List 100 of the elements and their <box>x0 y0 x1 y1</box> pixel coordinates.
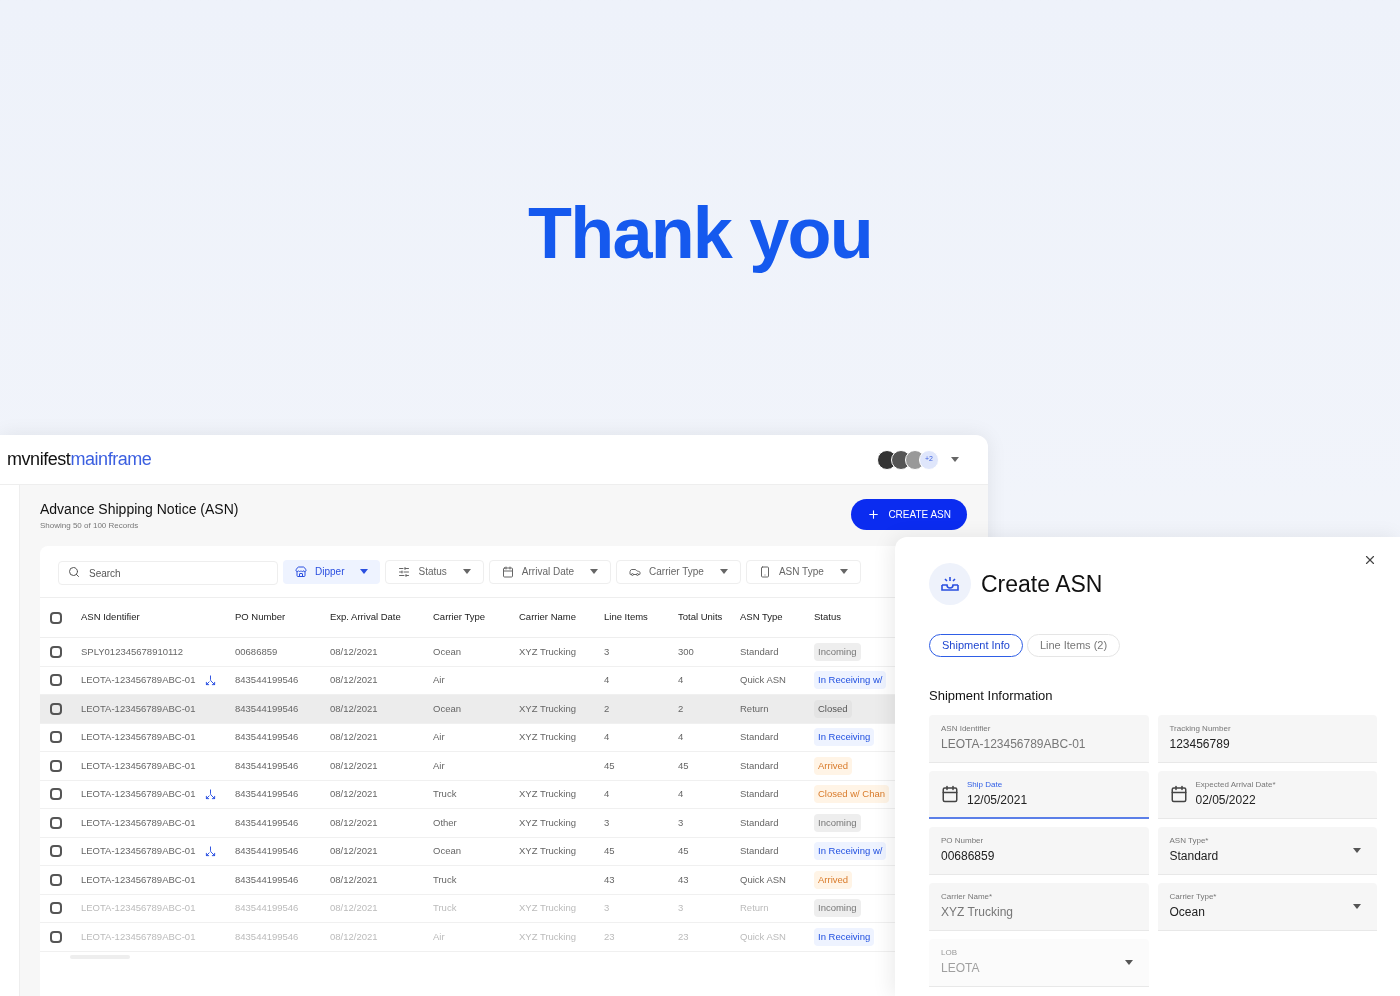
table-cell-text: 08/12/2021 <box>330 815 379 830</box>
filter-dropdown[interactable]: Carrier Type <box>616 559 741 584</box>
row-checkbox[interactable] <box>50 873 62 886</box>
create-asn-button[interactable]: CREATE ASN <box>851 499 967 530</box>
form-field[interactable]: ASN Type* Standard <box>1157 826 1377 875</box>
row-checkbox[interactable] <box>50 759 62 772</box>
column-header[interactable]: Carrier Name <box>519 610 604 625</box>
table-cell-text: Quick ASN <box>740 929 787 944</box>
table-cell-text: 23 <box>604 929 616 944</box>
status-label: Incoming <box>814 813 861 832</box>
table-cell-text: 3 <box>678 901 685 916</box>
table-cell-text: 08/12/2021 <box>330 730 379 745</box>
caret-icon <box>590 569 599 574</box>
table-cell-text: 08/12/2021 <box>330 872 379 887</box>
table-cell-text: 843544199546 <box>235 730 300 745</box>
search-field[interactable]: Search <box>58 561 278 585</box>
field-label: ASN Identifier <box>941 723 992 735</box>
table-cell-text: 4 <box>678 673 685 688</box>
table-cell-text: 43 <box>604 872 616 887</box>
form-field[interactable]: PO Number 00686859 <box>929 826 1149 875</box>
row-checkbox[interactable] <box>50 845 62 858</box>
form-field[interactable]: Carrier Type* Ocean <box>1157 882 1377 931</box>
form-field[interactable]: Carrier Name* XYZ Trucking <box>929 882 1149 931</box>
table-cell-text: 843544199546 <box>235 815 300 830</box>
form-field[interactable]: Expected Arrival Date* 02/05/2022 <box>1157 770 1377 819</box>
column-header[interactable]: Exp. Arrival Date <box>330 610 433 625</box>
caret-icon <box>839 569 848 574</box>
table-cell: LEOTA-123456789ABC-01 <box>81 815 196 830</box>
column-header[interactable]: Status <box>814 610 895 625</box>
table-cell-text: 3 <box>604 901 611 916</box>
table-cell-text: Other <box>433 815 458 830</box>
table-cell-text: 08/12/2021 <box>330 929 379 944</box>
column-header[interactable]: PO Number <box>235 610 330 625</box>
column-header[interactable]: Carrier Type <box>433 610 519 625</box>
field-value: LEOTA-123456789ABC-01 <box>941 736 1087 753</box>
filter-dropdown[interactable]: Arrival Date <box>488 559 612 584</box>
field-value: 02/05/2022 <box>1195 792 1257 809</box>
field-value: Standard <box>1169 848 1220 865</box>
row-checkbox[interactable] <box>50 645 62 658</box>
store-icon <box>295 565 307 578</box>
row-checkbox[interactable] <box>50 702 62 715</box>
row-checkbox[interactable] <box>50 816 62 829</box>
sliders-icon <box>398 565 411 578</box>
filter-dropdown[interactable]: ASN Type <box>745 559 861 584</box>
column-header[interactable]: ASN Identifier <box>81 610 235 625</box>
field-label: Carrier Type* <box>1169 891 1218 903</box>
table-cell-text: 843544199546 <box>235 929 300 944</box>
select-all-checkbox[interactable] <box>50 611 62 624</box>
row-checkbox[interactable] <box>50 674 62 687</box>
field-label: Carrier Name* <box>941 891 994 903</box>
field-value: XYZ Trucking <box>941 904 1015 921</box>
field-label: Tracking Number <box>1169 723 1232 735</box>
row-checkbox[interactable] <box>50 902 62 915</box>
table-cell: LEOTA-123456789ABC-01 <box>81 844 196 859</box>
table-cell-text: Standard <box>740 730 780 745</box>
status-label: Arrived <box>814 870 853 889</box>
table-cell-text: 4 <box>604 673 611 688</box>
table-cell: LEOTA-123456789ABC-01 <box>81 673 196 688</box>
form-field[interactable]: Ship Date 12/05/2021 <box>929 770 1149 819</box>
form-field[interactable]: ASN Identifier LEOTA-123456789ABC-01 <box>929 714 1149 763</box>
table-cell-text: 4 <box>678 730 685 745</box>
table-cell-text: 843544199546 <box>235 787 300 802</box>
table-cell-text: Ocean <box>433 701 462 716</box>
table-cell-text: Air <box>433 929 446 944</box>
status-label: In Receiving <box>814 927 875 946</box>
table-cell-text: Quick ASN <box>740 872 787 887</box>
table-cell-text: Truck <box>433 787 458 802</box>
row-checkbox[interactable] <box>50 731 62 744</box>
row-checkbox[interactable] <box>50 930 62 943</box>
table-cell: XYZ Trucking <box>519 930 577 942</box>
section-title: Shipment Information <box>929 687 1054 705</box>
table-cell: XYZ Trucking <box>519 845 577 857</box>
column-header[interactable]: Total Units <box>678 610 740 625</box>
field-value: LEOTA <box>941 960 981 977</box>
column-header[interactable]: Line Items <box>604 610 678 625</box>
filter-dropdown[interactable]: Dipper <box>283 559 381 584</box>
filter-dropdown[interactable]: Status <box>385 559 484 584</box>
table-cell-text: Standard <box>740 758 780 773</box>
row-checkbox[interactable] <box>50 788 62 801</box>
status-label: Closed <box>814 699 852 718</box>
table-cell-text: 45 <box>604 758 616 773</box>
table-cell: LEOTA-123456789ABC-01 <box>81 872 196 887</box>
calendar-icon <box>1169 785 1188 803</box>
table-cell-text: 843544199546 <box>235 901 300 916</box>
table-cell-text: 08/12/2021 <box>330 644 379 659</box>
column-header[interactable]: ASN Type <box>740 610 814 625</box>
table-cell-text: 843544199546 <box>235 673 300 688</box>
page-title: Advance Shipping Notice (ASN) <box>40 500 239 519</box>
table-cell: XYZ Trucking <box>519 731 577 743</box>
table-cell-text: 2 <box>604 701 611 716</box>
table-cell-text: Air <box>433 758 446 773</box>
caret-icon <box>462 569 471 574</box>
table-row[interactable]: LEOTA-123456789ABC-01 843544199546 08/12/2021 Ocean XYZ Trucking 2 2 Return Closed <box>40 695 895 724</box>
table-cell-text: Ocean <box>433 844 462 859</box>
close-button[interactable] <box>1363 553 1377 567</box>
form-field[interactable]: Tracking Number 123456789 <box>1157 714 1377 763</box>
table-cell-text: 4 <box>604 787 611 802</box>
caret-icon <box>1353 903 1361 909</box>
table-cell-text: 843544199546 <box>235 844 300 859</box>
table-cell-text: 3 <box>604 815 611 830</box>
